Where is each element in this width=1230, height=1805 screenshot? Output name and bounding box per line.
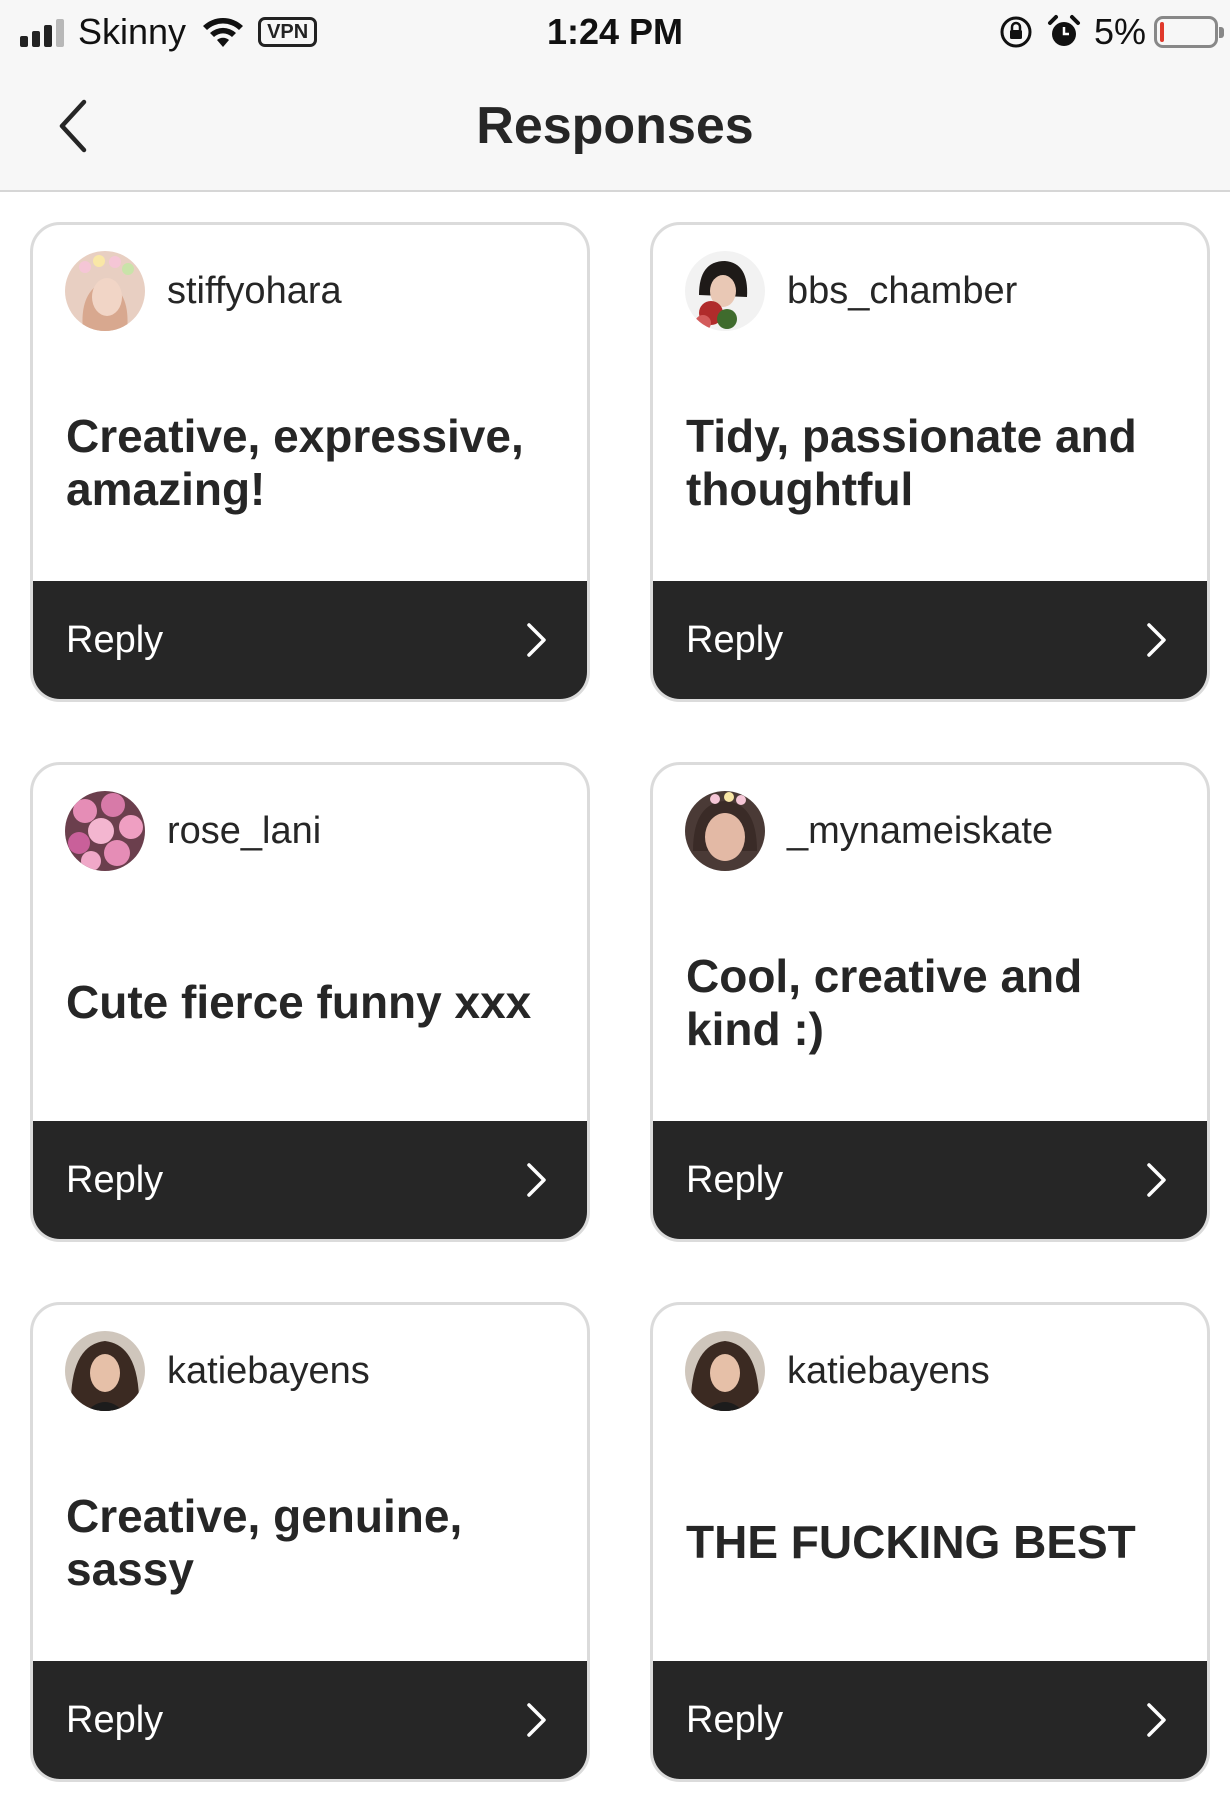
response-card[interactable]: stiffyohara Creative, expressive, amazin… [30,222,590,702]
card-header: bbs_chamber [685,251,1017,331]
chevron-right-icon [527,623,546,657]
reply-button[interactable]: Reply [653,1661,1207,1779]
reply-button[interactable]: Reply [653,581,1207,699]
card-header: _mynameiskate [685,791,1053,871]
avatar[interactable] [65,251,145,331]
reply-label: Reply [66,1698,164,1741]
chevron-right-icon [1147,1703,1166,1737]
battery-level [1160,22,1164,42]
chevron-right-icon [527,1163,546,1197]
avatar[interactable] [685,791,765,871]
reply-button[interactable]: Reply [653,1121,1207,1239]
response-text: Tidy, passionate and thoughtful [686,409,1137,515]
response-text: Cute fierce funny xxx [66,976,532,1028]
alarm-icon [1047,15,1080,46]
status-bar: Skinny VPN 1:24 PM 5% [0,0,1230,64]
reply-label: Reply [686,618,784,661]
avatar[interactable] [65,791,145,871]
status-right: 5% [998,10,1224,54]
response-card[interactable]: _mynameiskate Cool, creative and kind :)… [650,762,1210,1242]
nav-bar: Responses [0,64,1230,192]
reply-button[interactable]: Reply [33,581,587,699]
username[interactable]: katiebayens [167,1350,370,1393]
avatar[interactable] [685,251,765,331]
response-text: Creative, expressive, amazing! [66,409,524,515]
reply-label: Reply [686,1158,784,1201]
card-header: stiffyohara [65,251,342,331]
card-header: katiebayens [685,1331,990,1411]
username[interactable]: bbs_chamber [787,270,1017,313]
battery-percent: 5% [1093,11,1146,52]
response-card[interactable]: katiebayens Creative, genuine, sassy Rep… [30,1302,590,1782]
username[interactable]: stiffyohara [167,270,342,313]
card-header: rose_lani [65,791,321,871]
response-card[interactable]: katiebayens THE FUCKING BEST Reply [650,1302,1210,1782]
response-card[interactable]: bbs_chamber Tidy, passionate and thought… [650,222,1210,702]
reply-label: Reply [66,1158,164,1201]
chevron-right-icon [527,1703,546,1737]
response-text: Cool, creative and kind :) [686,949,1083,1055]
response-text: THE FUCKING BEST [686,1516,1136,1568]
chevron-right-icon [1147,1163,1166,1197]
avatar[interactable] [65,1331,145,1411]
chevron-right-icon [1147,623,1166,657]
reply-label: Reply [66,618,164,661]
battery-icon [1154,16,1224,48]
orientation-lock-icon [1000,16,1032,48]
card-header: katiebayens [65,1331,370,1411]
username[interactable]: _mynameiskate [787,810,1053,853]
reply-button[interactable]: Reply [33,1121,587,1239]
response-text: Creative, genuine, sassy [66,1489,463,1595]
reply-label: Reply [686,1698,784,1741]
avatar[interactable] [685,1331,765,1411]
page-title: Responses [476,97,754,155]
username[interactable]: katiebayens [787,1350,990,1393]
username[interactable]: rose_lani [167,810,321,853]
reply-button[interactable]: Reply [33,1661,587,1779]
response-card[interactable]: rose_lani Cute fierce funny xxx Reply [30,762,590,1242]
